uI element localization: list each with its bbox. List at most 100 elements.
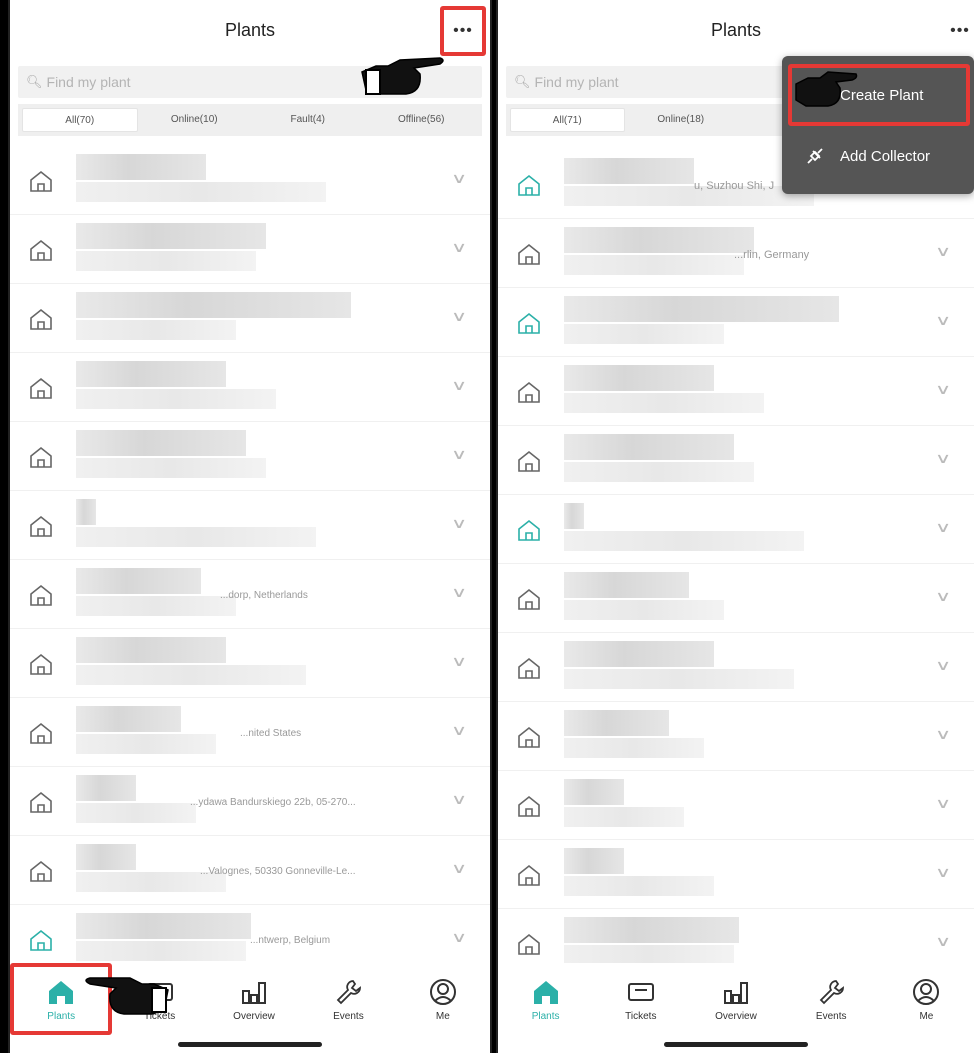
plant-row[interactable]: ∨ xyxy=(498,771,974,840)
nav-tickets[interactable]: Tickets xyxy=(593,963,688,1035)
house-icon xyxy=(28,651,54,677)
chevron-down-icon[interactable]: ∨ xyxy=(935,657,951,674)
chevron-down-icon[interactable]: ∨ xyxy=(451,515,467,532)
house-icon xyxy=(28,306,54,332)
more-options-button[interactable]: ••• xyxy=(440,6,486,56)
chevron-down-icon[interactable]: ∨ xyxy=(935,864,951,881)
status-filter-tabs: All(70) Online(10) Fault(4) Offline(56) xyxy=(18,104,482,136)
plant-row[interactable]: ∨ xyxy=(10,215,490,284)
plant-row[interactable]: ∨ xyxy=(498,633,974,702)
chevron-down-icon[interactable]: ∨ xyxy=(451,791,467,808)
chevron-down-icon[interactable]: ∨ xyxy=(451,446,467,463)
house-icon xyxy=(516,310,542,336)
chevron-down-icon[interactable]: ∨ xyxy=(451,860,467,877)
bar-chart-icon xyxy=(724,981,748,1004)
chevron-down-icon[interactable]: ∨ xyxy=(451,722,467,739)
plant-name-redacted xyxy=(76,499,96,525)
nav-me[interactable]: Me xyxy=(879,963,974,1035)
chevron-down-icon[interactable]: ∨ xyxy=(935,588,951,605)
house-icon xyxy=(516,862,542,888)
plant-details-redacted xyxy=(564,876,714,896)
plant-row[interactable]: ∨ xyxy=(10,491,490,560)
nav-overview[interactable]: Overview xyxy=(207,963,301,1035)
pointing-hand-icon xyxy=(795,71,858,107)
plant-row[interactable]: ∨ xyxy=(10,422,490,491)
tab-all[interactable]: All(71) xyxy=(510,108,625,132)
plant-row[interactable]: ...ntwerp, Belgium ∨ xyxy=(10,905,490,963)
plant-name-redacted xyxy=(76,913,251,939)
plant-details-redacted xyxy=(76,596,236,616)
plant-row[interactable]: ∨ xyxy=(498,702,974,771)
nav-me[interactable]: Me xyxy=(396,963,490,1035)
house-icon xyxy=(516,517,542,543)
page-title: Plants xyxy=(224,19,276,40)
plant-row[interactable]: ∨ xyxy=(10,146,490,215)
nav-label: Plants xyxy=(531,1010,560,1022)
plant-row[interactable]: ...Valognes, 50330 Gonneville-Le... ∨ xyxy=(10,836,490,905)
house-icon xyxy=(28,513,54,539)
chevron-down-icon[interactable]: ∨ xyxy=(451,929,467,946)
plant-details-redacted xyxy=(564,186,814,206)
home-indicator xyxy=(664,1042,808,1047)
nav-label: Tickets xyxy=(625,1010,657,1022)
nav-overview[interactable]: Overview xyxy=(688,963,783,1035)
chevron-down-icon[interactable]: ∨ xyxy=(451,377,467,394)
plant-row[interactable]: ∨ xyxy=(498,495,974,564)
plant-row[interactable]: ∨ xyxy=(10,629,490,698)
nav-plants[interactable]: Plants xyxy=(498,963,593,1035)
plant-row[interactable]: ...ydawa Bandurskiego 22b, 05-270... ∨ xyxy=(10,767,490,836)
plant-row[interactable]: ∨ xyxy=(498,426,974,495)
more-options-button[interactable]: ••• xyxy=(940,14,974,48)
plant-row[interactable]: ∨ xyxy=(498,840,974,909)
plant-details-redacted xyxy=(564,393,764,413)
search-icon: 🔍︎ xyxy=(26,74,43,89)
chevron-down-icon[interactable]: ∨ xyxy=(935,243,951,260)
menu-item-label: Add Collector xyxy=(840,147,931,165)
tab-offline[interactable]: Offline(56) xyxy=(365,108,479,132)
chevron-down-icon[interactable]: ∨ xyxy=(935,726,951,743)
plant-address: ...rlin, Germany xyxy=(734,249,810,261)
chevron-down-icon[interactable]: ∨ xyxy=(451,653,467,670)
nav-events[interactable]: Events xyxy=(301,963,395,1035)
plant-name-redacted xyxy=(76,361,226,387)
chevron-down-icon[interactable]: ∨ xyxy=(451,584,467,601)
tab-all[interactable]: All(70) xyxy=(22,108,138,132)
tab-fault[interactable]: Fault(4) xyxy=(251,108,365,132)
plant-name-redacted xyxy=(564,365,714,391)
plant-details-redacted xyxy=(76,665,306,685)
plant-details-redacted xyxy=(564,945,734,963)
chevron-down-icon[interactable]: ∨ xyxy=(935,519,951,536)
plant-details-redacted xyxy=(564,324,724,344)
plant-row[interactable]: ...nited States ∨ xyxy=(10,698,490,767)
plant-row[interactable]: ∨ xyxy=(498,564,974,633)
chevron-down-icon[interactable]: ∨ xyxy=(451,308,467,325)
plant-row[interactable]: ...rlin, Germany ∨ xyxy=(498,219,974,288)
home-icon xyxy=(533,980,558,1004)
chevron-down-icon[interactable]: ∨ xyxy=(935,933,951,950)
chevron-down-icon[interactable]: ∨ xyxy=(935,381,951,398)
chevron-down-icon[interactable]: ∨ xyxy=(935,312,951,329)
plant-name-redacted xyxy=(564,296,839,322)
plant-address: ...Valognes, 50330 Gonneville-Le... xyxy=(200,866,356,877)
plant-row[interactable]: ∨ xyxy=(10,284,490,353)
plant-name-redacted xyxy=(76,223,266,249)
chevron-down-icon[interactable]: ∨ xyxy=(935,450,951,467)
chevron-down-icon[interactable]: ∨ xyxy=(451,170,467,187)
search-placeholder: Find my plant xyxy=(534,74,619,90)
plug-icon xyxy=(807,148,823,164)
add-collector-menu-item[interactable]: Add Collector xyxy=(782,126,974,186)
chevron-down-icon[interactable]: ∨ xyxy=(451,239,467,256)
plant-address: ...dorp, Netherlands xyxy=(220,590,308,601)
tab-online[interactable]: Online(10) xyxy=(138,108,252,132)
plant-row[interactable]: ∨ xyxy=(10,353,490,422)
plant-name-redacted xyxy=(564,641,714,667)
plant-row[interactable]: ∨ xyxy=(498,909,974,963)
house-icon xyxy=(28,237,54,263)
plant-row[interactable]: ∨ xyxy=(498,288,974,357)
plant-row[interactable]: ∨ xyxy=(498,357,974,426)
tab-online[interactable]: Online(18) xyxy=(625,108,738,132)
nav-events[interactable]: Events xyxy=(784,963,879,1035)
chevron-down-icon[interactable]: ∨ xyxy=(935,795,951,812)
house-icon xyxy=(28,858,54,884)
plant-row[interactable]: ...dorp, Netherlands ∨ xyxy=(10,560,490,629)
